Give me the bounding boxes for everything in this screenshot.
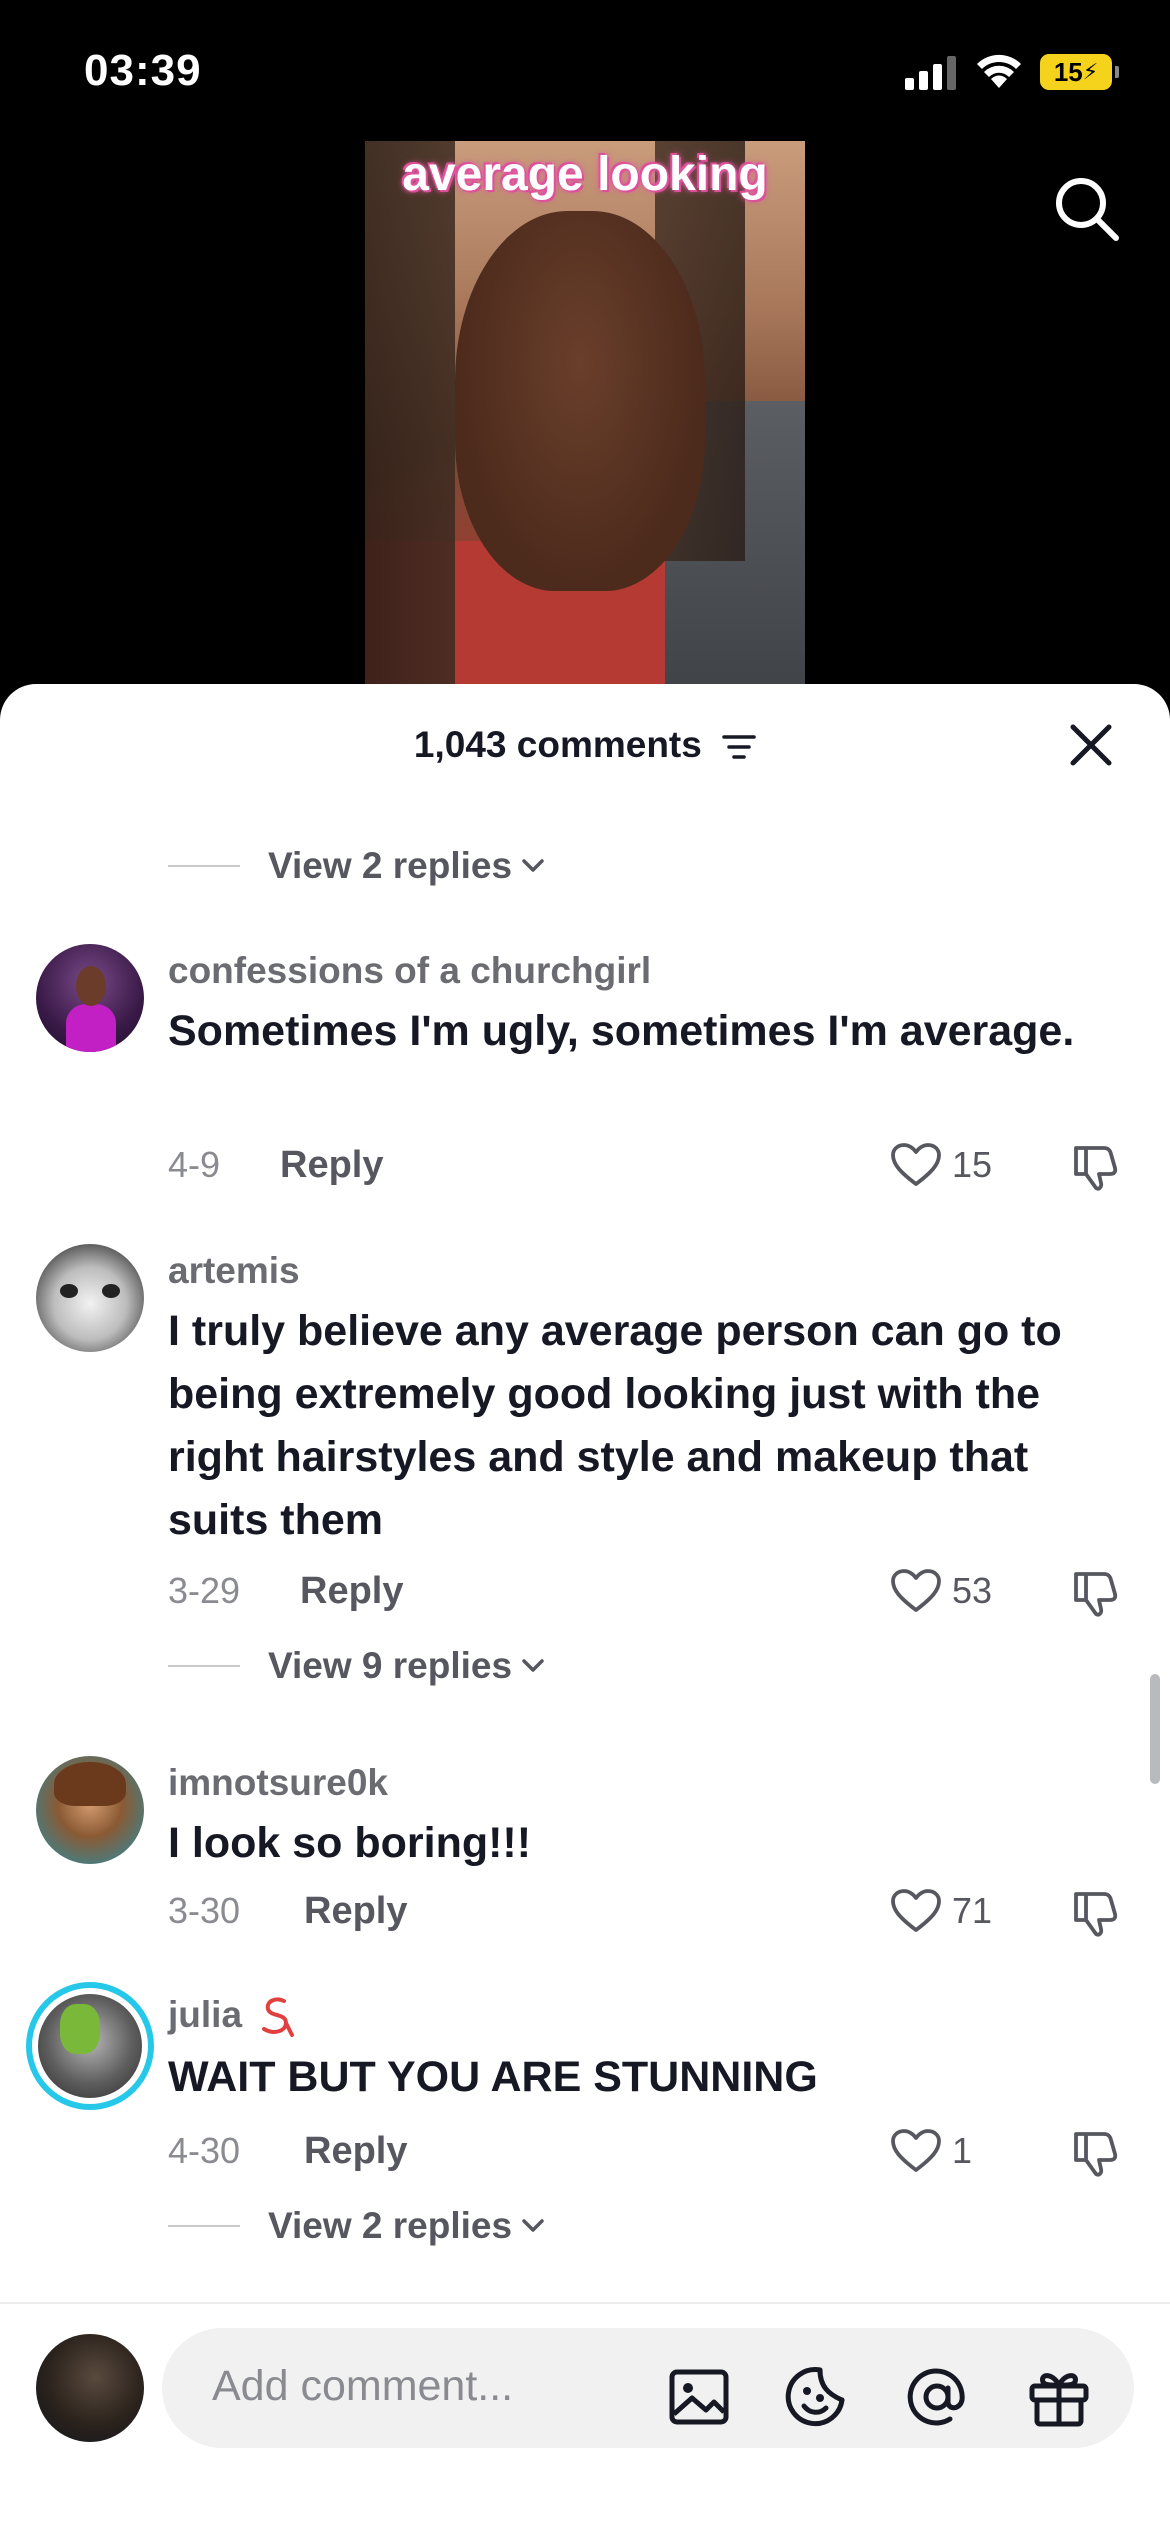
- view-replies-button[interactable]: View 9 replies: [168, 1644, 546, 1688]
- search-icon[interactable]: [1050, 172, 1122, 244]
- status-time: 03:39: [84, 46, 202, 95]
- chevron-down-icon: [522, 2219, 544, 2232]
- image-icon[interactable]: [666, 2364, 732, 2430]
- thumbs-down-icon[interactable]: [1070, 1140, 1122, 1192]
- avatar-figure: [76, 966, 106, 1006]
- comments-count-label: 1,043 comments: [413, 724, 702, 765]
- gift-icon[interactable]: [1026, 2364, 1092, 2430]
- comment-username[interactable]: imnotsure0k: [168, 1762, 388, 1804]
- like-count: 71: [952, 1890, 993, 1931]
- heart-icon: [891, 2129, 941, 2172]
- comment-username-text: julia: [168, 1994, 243, 2035]
- comment-username[interactable]: confessions of a churchgirl: [168, 950, 651, 992]
- view-replies-button[interactable]: View 2 replies: [168, 2204, 546, 2248]
- avatar-story-ring[interactable]: [26, 1982, 154, 2110]
- video-thumbnail[interactable]: average looking: [365, 141, 805, 701]
- thumbs-down-icon[interactable]: [1070, 2126, 1122, 2178]
- avatar-figure: [60, 1284, 78, 1298]
- comment-text: I truly believe any average person can g…: [168, 1307, 1062, 1544]
- comment-text: WAIT BUT YOU ARE STUNNING: [168, 2053, 818, 2101]
- view-replies-label: View 9 replies: [268, 1645, 513, 1686]
- chevron-down-icon: [522, 1659, 544, 1672]
- like-count: 53: [952, 1570, 993, 1611]
- close-icon[interactable]: [1068, 722, 1114, 768]
- chevron-down-icon: [522, 859, 544, 872]
- comment-date: 4-30: [168, 2130, 241, 2171]
- view-replies-label: View 2 replies: [268, 2205, 513, 2246]
- at-icon[interactable]: [904, 2364, 970, 2430]
- view-replies-button[interactable]: View 2 replies: [168, 844, 546, 888]
- comment-input-placeholder: Add comment...: [212, 2362, 514, 2410]
- comment-text: Sometimes I'm ugly, sometimes I'm averag…: [168, 1007, 1075, 1055]
- thumbs-down-icon[interactable]: [1070, 1886, 1122, 1938]
- comment-composer: Add comment...: [0, 2302, 1170, 2532]
- reply-button[interactable]: Reply: [304, 1890, 407, 1933]
- avatar-figure: [66, 1004, 116, 1052]
- wifi-icon: [977, 54, 1021, 88]
- like-button[interactable]: 71: [890, 1886, 992, 1936]
- video-face: [455, 211, 705, 591]
- my-avatar[interactable]: [36, 2334, 144, 2442]
- ribbon-icon: [262, 1997, 295, 2038]
- like-button[interactable]: 1: [890, 2126, 972, 2176]
- comment-date: 3-29: [168, 1570, 241, 1611]
- avatar-figure: [54, 1762, 126, 1806]
- comment-text: I look so boring!!!: [168, 1819, 532, 1867]
- filter-icon[interactable]: [722, 733, 756, 761]
- charging-bolt-icon: ⚡: [1082, 59, 1099, 84]
- signal-icon: [905, 56, 956, 90]
- like-button[interactable]: 15: [890, 1140, 992, 1190]
- status-bar: 03:39 15 ⚡: [0, 0, 1170, 130]
- like-count: 1: [952, 2130, 973, 2171]
- avatar-figure: [60, 2004, 100, 2054]
- comments-header: 1,043 comments: [0, 684, 1170, 789]
- scrollbar[interactable]: [1150, 1674, 1160, 1784]
- video-hair: [365, 141, 455, 701]
- avatar: [38, 1994, 142, 2098]
- avatar[interactable]: [36, 1756, 144, 1864]
- reply-button[interactable]: Reply: [280, 1144, 383, 1187]
- partial-comment-row: [168, 784, 1128, 808]
- comment-meta: 3-29 Reply: [168, 1566, 403, 1616]
- comments-sheet: 1,043 comments View 2 replies confession…: [0, 684, 1170, 2532]
- comment-date: 3-30: [168, 1890, 241, 1931]
- battery-indicator: 15 ⚡: [1040, 54, 1119, 90]
- reply-button[interactable]: Reply: [300, 1570, 403, 1613]
- heart-icon: [891, 1143, 941, 1186]
- comment-meta: 4-9 Reply: [168, 1140, 383, 1190]
- avatar[interactable]: [36, 944, 144, 1052]
- reply-button[interactable]: Reply: [304, 2130, 407, 2173]
- comment-username[interactable]: artemis: [168, 1250, 300, 1292]
- avatar-figure: [102, 1284, 120, 1298]
- view-replies-label: View 2 replies: [268, 845, 513, 886]
- heart-icon: [891, 1889, 941, 1932]
- emoji-icon[interactable]: [784, 2364, 850, 2430]
- comment-username[interactable]: julia: [168, 1994, 296, 2039]
- comments-count: 1,043 comments: [0, 724, 1170, 766]
- comment-meta: 3-30 Reply: [168, 1886, 407, 1936]
- comment-meta: 4-30 Reply: [168, 2126, 407, 2176]
- avatar[interactable]: [36, 1244, 144, 1352]
- replies-divider: [168, 865, 240, 867]
- battery-level: 15: [1053, 56, 1083, 87]
- like-button[interactable]: 53: [890, 1566, 992, 1616]
- replies-divider: [168, 2225, 240, 2227]
- heart-icon: [891, 1569, 941, 1612]
- video-caption: average looking: [402, 148, 768, 201]
- comment-date: 4-9: [168, 1144, 221, 1185]
- like-count: 15: [952, 1144, 993, 1185]
- thumbs-down-icon[interactable]: [1070, 1566, 1122, 1618]
- comment-input[interactable]: Add comment...: [162, 2328, 1134, 2448]
- replies-divider: [168, 1665, 240, 1667]
